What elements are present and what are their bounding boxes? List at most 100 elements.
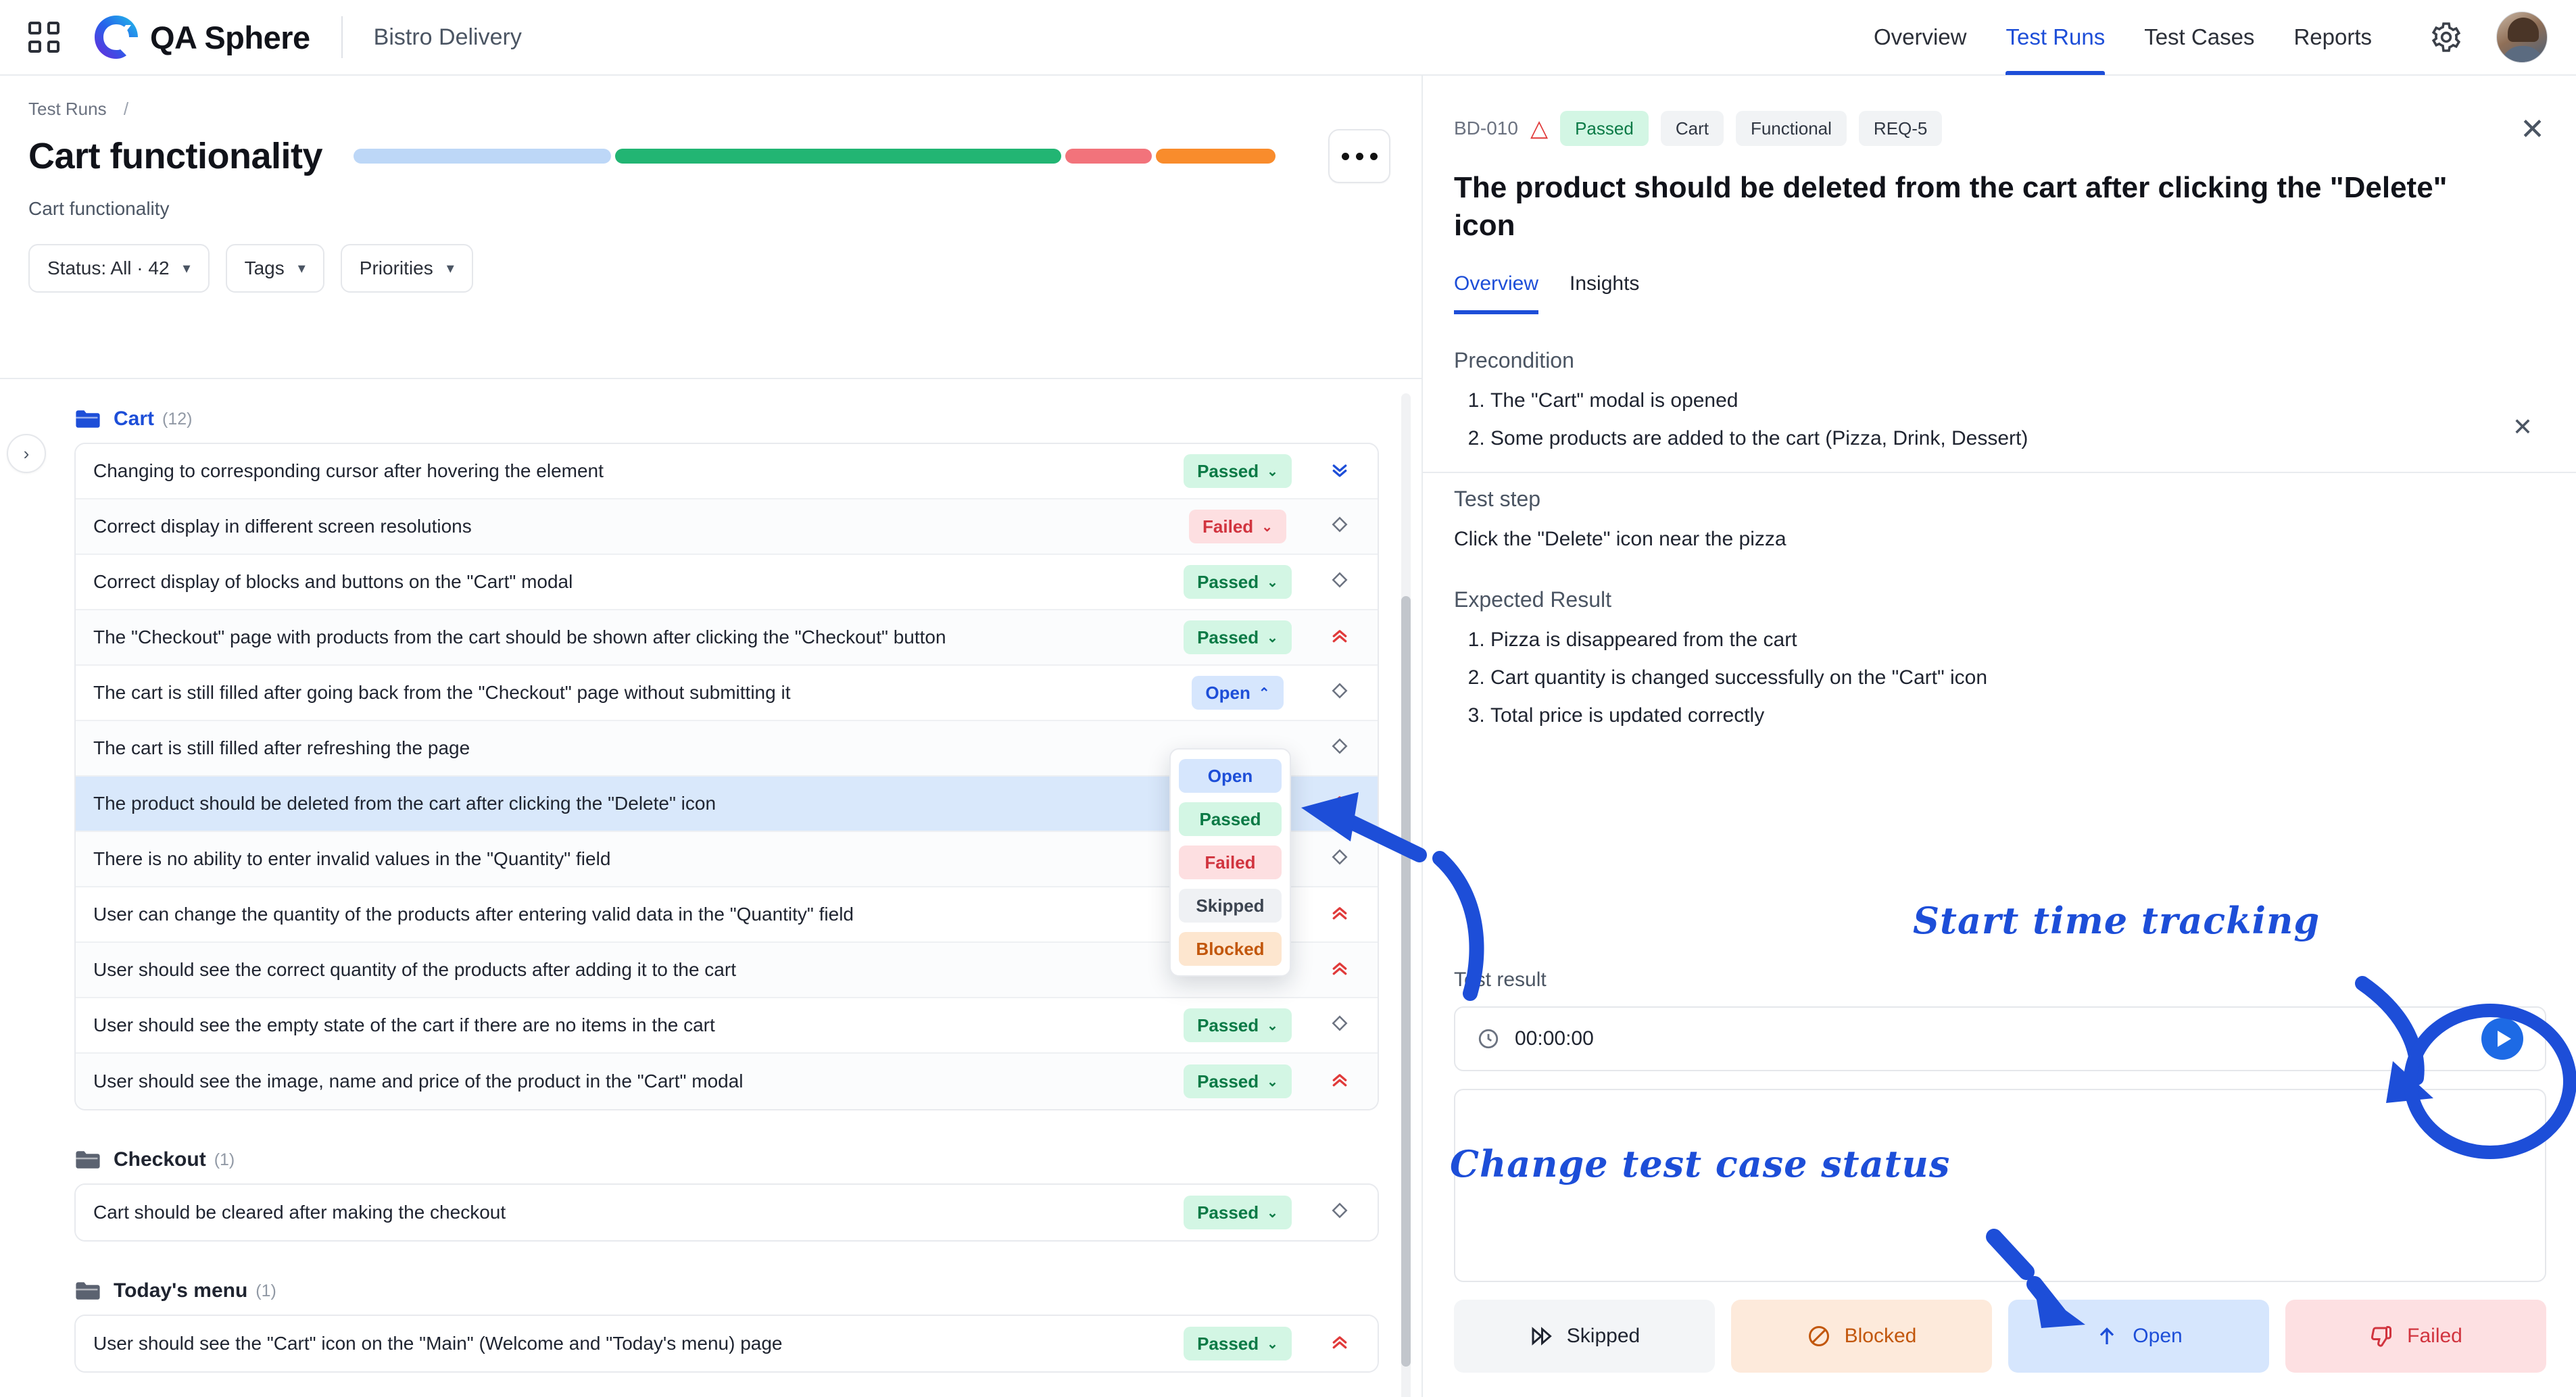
status-badge[interactable]: Failed ⌄ <box>1189 510 1286 543</box>
status-open-label: Open <box>2133 1325 2183 1347</box>
test-case-detail-panel: BD-010 △ Passed Cart Functional REQ-5 ✕ … <box>1421 76 2576 1397</box>
status-badge[interactable]: Open ⌃ <box>1192 676 1284 710</box>
chevron-icon: ⌄ <box>1267 1074 1278 1089</box>
status-dropdown-menu[interactable]: Open Passed Failed Skipped Blocked <box>1169 748 1291 977</box>
detail-status-pill[interactable]: Passed <box>1560 111 1649 146</box>
table-row[interactable]: The "Checkout" page with products from t… <box>76 610 1378 666</box>
detail-tag-pill[interactable]: Functional <box>1735 111 1847 146</box>
test-case-name: Correct display of blocks and buttons on… <box>93 571 573 592</box>
status-option-failed[interactable]: Failed <box>1179 845 1282 879</box>
test-case-name: The cart is still filled after going bac… <box>93 682 791 703</box>
priority-cell <box>1302 625 1378 650</box>
brand-logo[interactable]: QA Sphere <box>93 14 310 60</box>
table-row[interactable]: User should see the image, name and pric… <box>76 1054 1378 1109</box>
run-subtitle: Cart functionality <box>28 198 170 219</box>
priority-low-icon <box>1330 1200 1350 1225</box>
more-actions-button[interactable] <box>1328 129 1390 183</box>
status-failed-button[interactable]: Failed <box>2285 1300 2546 1373</box>
filter-status[interactable]: Status: All · 42 ▾ <box>28 244 210 293</box>
filter-priorities[interactable]: Priorities ▾ <box>340 244 473 293</box>
timer-value: 00:00:00 <box>1515 1027 1594 1050</box>
table-row[interactable]: User should see the empty state of the c… <box>76 998 1378 1054</box>
detail-tabs: Overview Insights <box>1423 245 2576 314</box>
status-badge[interactable]: Passed ⌄ <box>1184 1196 1292 1229</box>
status-open-button[interactable]: Open <box>2008 1300 2269 1373</box>
nav-overview[interactable]: Overview <box>1874 0 1967 75</box>
status-badge[interactable]: Passed ⌄ <box>1184 1327 1292 1361</box>
detail-requirement-pill[interactable]: REQ-5 <box>1858 111 1943 146</box>
timer-close-icon[interactable]: ✕ <box>2512 413 2533 441</box>
status-badge[interactable]: Passed ⌄ <box>1184 454 1292 488</box>
status-cell: Passed ⌄ <box>1173 454 1302 488</box>
priority-cell <box>1302 681 1378 705</box>
folder-count: (1) <box>256 1281 276 1300</box>
avatar[interactable] <box>2496 11 2548 63</box>
result-notes-input[interactable] <box>1454 1089 2546 1282</box>
status-option-open[interactable]: Open <box>1179 759 1282 793</box>
status-option-blocked[interactable]: Blocked <box>1179 932 1282 966</box>
arrow-up-icon <box>2100 1327 2114 1344</box>
status-badge[interactable]: Passed ⌄ <box>1184 620 1292 654</box>
list-scrollbar[interactable] <box>1401 393 1411 1397</box>
nav-test-runs[interactable]: Test Runs <box>2006 0 2105 75</box>
project-name[interactable]: Bistro Delivery <box>374 24 522 51</box>
folder-header-today-s-menu[interactable]: Today's menu (1) <box>74 1279 1421 1302</box>
detail-header: BD-010 △ Passed Cart Functional REQ-5 <box>1423 76 2576 146</box>
status-badge[interactable]: Passed ⌄ <box>1184 1064 1292 1098</box>
test-case-name: User can change the quantity of the prod… <box>93 904 854 925</box>
tab-insights[interactable]: Insights <box>1570 272 1639 314</box>
priority-cell <box>1302 902 1378 927</box>
priority-low-icon <box>1330 514 1350 539</box>
grid-icon[interactable] <box>28 22 59 53</box>
folder-count: (12) <box>162 409 193 428</box>
test-case-name: The "Checkout" page with products from t… <box>93 627 946 647</box>
status-option-passed[interactable]: Passed <box>1179 802 1282 836</box>
test-step-text: Click the "Delete" icon near the pizza <box>1454 527 1787 550</box>
priority-high-icon <box>1328 1331 1351 1356</box>
breadcrumb-test-runs[interactable]: Test Runs <box>28 99 107 119</box>
folder-icon <box>76 1151 100 1169</box>
case-id: BD-010 <box>1454 118 1518 139</box>
main-nav: Overview Test Runs Test Cases Reports <box>1834 0 2576 75</box>
tab-overview[interactable]: Overview <box>1454 272 1539 314</box>
chevron-icon: ⌄ <box>1267 464 1278 479</box>
gear-icon[interactable] <box>2430 21 2462 53</box>
test-result-area: Test result 00:00:00 Skipped Blocked Ope… <box>1423 969 2576 1397</box>
status-cell: Passed ⌄ <box>1173 565 1302 599</box>
status-option-skipped[interactable]: Skipped <box>1179 889 1282 923</box>
folder-icon <box>76 1282 100 1300</box>
table-row[interactable]: The cart is still filled after going bac… <box>76 666 1378 721</box>
test-case-name: Changing to corresponding cursor after h… <box>93 460 604 481</box>
nav-test-cases[interactable]: Test Cases <box>2144 0 2254 75</box>
table-row[interactable]: Cart should be cleared after making the … <box>76 1185 1378 1240</box>
detail-folder-pill[interactable]: Cart <box>1660 111 1724 146</box>
folder-header-checkout[interactable]: Checkout (1) <box>74 1148 1421 1171</box>
table-row[interactable]: User should see the "Cart" icon on the "… <box>76 1316 1378 1371</box>
filter-status-label: Status: All · 42 <box>47 258 170 278</box>
priority-high-icon <box>1328 958 1351 982</box>
test-case-name: Correct display in different screen reso… <box>93 516 472 537</box>
divider <box>341 16 343 58</box>
status-badge[interactable]: Passed ⌄ <box>1184 565 1292 599</box>
filter-priorities-label: Priorities <box>359 258 433 278</box>
detail-title: The product should be deleted from the c… <box>1454 171 2448 243</box>
table-row[interactable]: Changing to corresponding cursor after h… <box>76 444 1378 499</box>
priority-cell <box>1302 736 1378 760</box>
folder-name: Today's menu <box>114 1279 248 1302</box>
list-item: Pizza is disappeared from the cart <box>1490 629 2533 652</box>
play-icon[interactable] <box>2481 1018 2523 1060</box>
status-cell: Passed ⌄ <box>1173 1064 1302 1098</box>
table-row[interactable]: Correct display in different screen reso… <box>76 499 1378 555</box>
divider <box>0 378 1421 379</box>
chevron-icon: ⌄ <box>1267 574 1278 590</box>
status-badge[interactable]: Passed ⌄ <box>1184 1008 1292 1042</box>
table-row[interactable]: Correct display of blocks and buttons on… <box>76 555 1378 610</box>
folder-header-cart[interactable]: Cart (12) <box>74 408 1421 431</box>
nav-reports[interactable]: Reports <box>2293 0 2372 75</box>
sidebar-collapse-toggle[interactable]: › <box>7 434 46 473</box>
status-blocked-button[interactable]: Blocked <box>1731 1300 1992 1373</box>
status-cell: Passed ⌄ <box>1173 1196 1302 1229</box>
close-icon[interactable]: ✕ <box>2520 115 2545 145</box>
status-skipped-button[interactable]: Skipped <box>1454 1300 1715 1373</box>
filter-tags[interactable]: Tags ▾ <box>225 244 324 293</box>
